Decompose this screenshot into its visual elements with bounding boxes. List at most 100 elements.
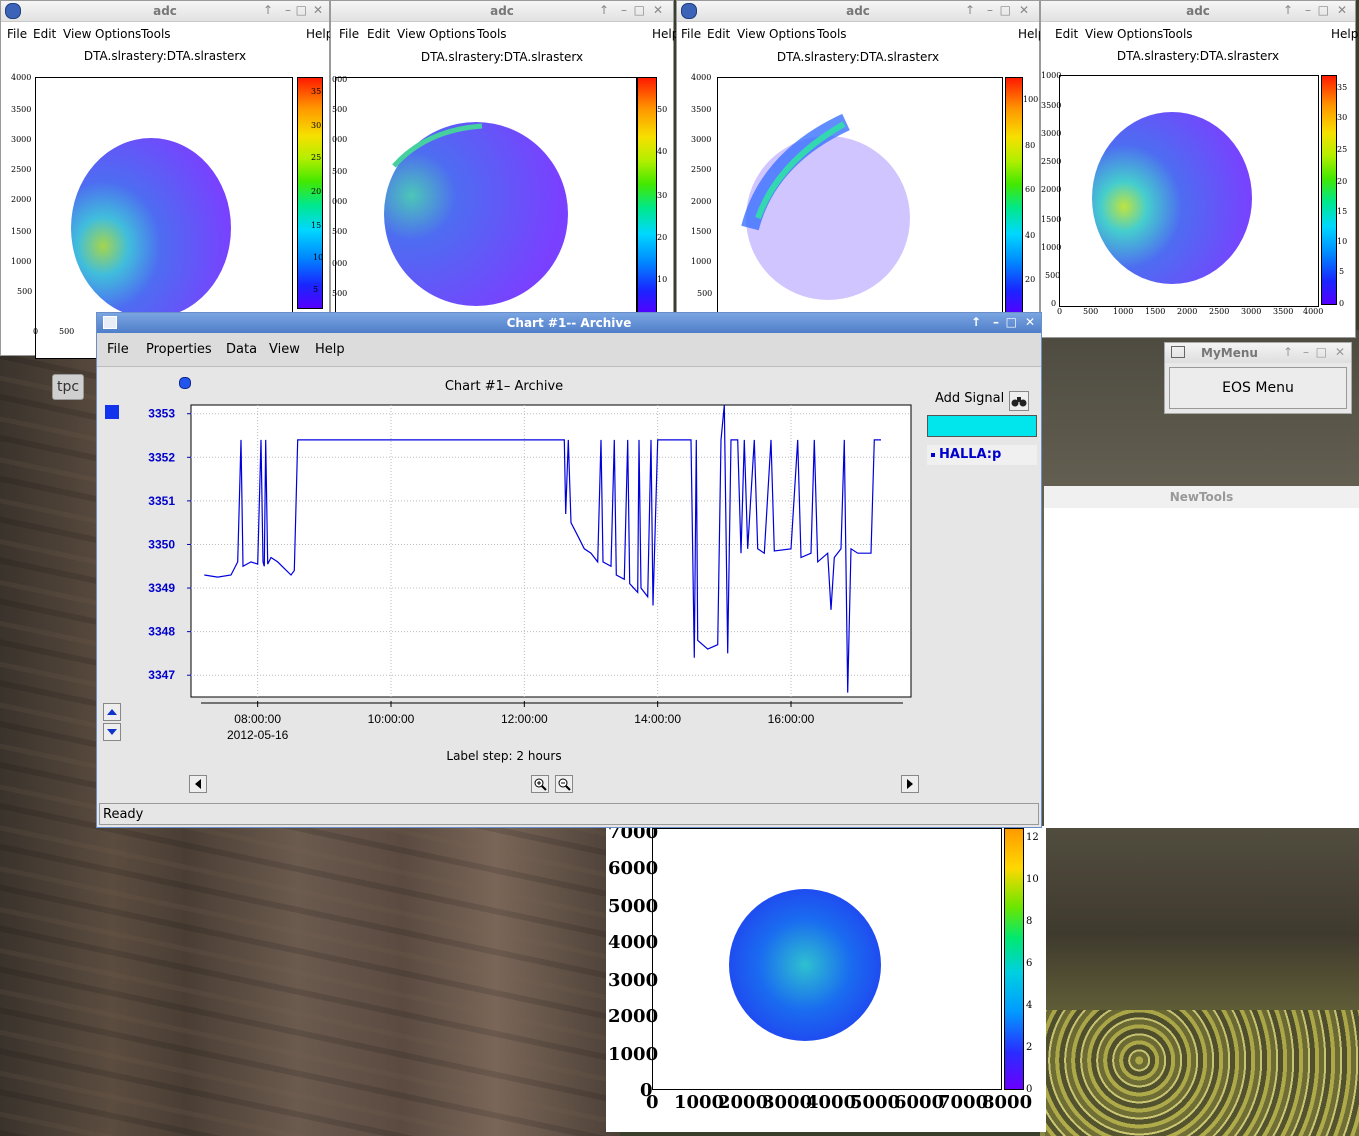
menu-tools[interactable]: Tools (477, 27, 507, 41)
close-icon[interactable]: ✕ (1335, 345, 1345, 359)
x-tick-label: 12:00:00 (501, 712, 548, 726)
x-tick: 2000 (1177, 307, 1198, 316)
close-icon[interactable]: ✕ (653, 3, 663, 17)
menu-edit[interactable]: Edit (1055, 27, 1078, 41)
y-tick: 1000 (691, 257, 712, 266)
menu-tools[interactable]: Tools (141, 27, 171, 41)
close-icon[interactable]: ✕ (1025, 315, 1035, 329)
zoom-in-button[interactable] (531, 775, 549, 793)
pin-icon[interactable]: ↑ (599, 3, 609, 17)
y-tick: 2500 (11, 165, 32, 174)
y-tick: 1500 (691, 227, 712, 236)
y-tick: 3500 (691, 105, 712, 114)
pin-icon[interactable]: ↑ (263, 3, 273, 17)
binoculars-icon[interactable] (1009, 391, 1029, 411)
y-tick: 0 (1051, 299, 1057, 308)
pin-icon[interactable]: ↑ (965, 3, 975, 17)
raster-window-1[interactable]: adc ↑ – □ ✕ File Edit View Options Tools… (0, 0, 333, 359)
y-tick-label: 3353 (148, 407, 175, 421)
titlebar[interactable]: adc ↑ – □ ✕ (331, 1, 673, 22)
menu-tools[interactable]: Tools (1163, 27, 1193, 41)
pin-icon[interactable]: ↑ (1283, 345, 1293, 359)
scroll-up-button[interactable] (103, 703, 121, 721)
maximize-icon[interactable]: □ (634, 3, 645, 17)
add-signal-input[interactable] (927, 415, 1037, 437)
minimize-icon[interactable]: – (1303, 345, 1309, 359)
maximize-icon[interactable]: □ (1318, 3, 1329, 17)
maximize-icon[interactable]: □ (1000, 3, 1011, 17)
menu-edit[interactable]: Edit (367, 27, 390, 41)
menu-view[interactable]: View (63, 27, 91, 41)
cbar-tick: 60 (1025, 185, 1036, 194)
menu-view[interactable]: View (737, 27, 765, 41)
menu-data[interactable]: Data (226, 342, 257, 357)
menu-file[interactable]: File (681, 27, 701, 41)
cbar-tick: 10 (1026, 874, 1039, 885)
x-tick: 7000 (938, 1092, 989, 1113)
eos-menu-button[interactable]: EOS Menu (1169, 367, 1347, 409)
menu-options[interactable]: Options (95, 27, 141, 41)
bottom-histogram[interactable]: 12 10 8 6 4 2 0 7000 6000 5000 4000 3000… (606, 822, 1046, 1132)
titlebar[interactable]: adc ↑ – □ ✕ (677, 1, 1039, 22)
scroll-down-button[interactable] (103, 723, 121, 741)
x-tick: 8000 (982, 1092, 1033, 1113)
cbar-tick: 15 (311, 221, 322, 230)
close-icon[interactable]: ✕ (313, 3, 323, 17)
chart-archive-window[interactable]: Chart #1-- Archive ↑ – □ ✕ File Properti… (96, 312, 1042, 828)
mymenu-window[interactable]: MyMenu ↑ – □ ✕ EOS Menu (1164, 342, 1352, 414)
maximize-icon[interactable]: □ (1006, 315, 1017, 329)
menu-view[interactable]: View (269, 342, 300, 357)
zoom-out-button[interactable] (555, 775, 573, 793)
y-tick: 3000 (608, 970, 659, 991)
minimize-icon[interactable]: – (1305, 3, 1311, 17)
minimize-icon[interactable]: – (993, 315, 999, 329)
menu-options[interactable]: Options (769, 27, 815, 41)
raster-window-3[interactable]: adc ↑ – □ ✕ File Edit View Options Tools… (676, 0, 1045, 316)
legend-label: HALLA:p (939, 447, 1002, 462)
y-tick: 2500 (1041, 157, 1062, 166)
menu-help[interactable]: Help (1331, 27, 1358, 41)
close-icon[interactable]: ✕ (1019, 3, 1029, 17)
menu-options[interactable]: Options (429, 27, 475, 41)
menu-file[interactable]: File (7, 27, 27, 41)
pan-left-button[interactable] (189, 775, 207, 793)
plot-canvas[interactable]: DTA.slrastery:DTA.slrasterx 35 30 25 20 … (1, 45, 329, 359)
close-icon[interactable]: ✕ (1337, 3, 1347, 17)
minimize-icon[interactable]: – (621, 3, 627, 17)
minimize-icon[interactable]: – (987, 3, 993, 17)
titlebar[interactable]: adc ↑ – □ ✕ (1041, 1, 1355, 22)
tpc-launcher[interactable]: tpc (52, 374, 84, 400)
minimize-icon[interactable]: – (285, 3, 291, 17)
color-scale (1005, 77, 1023, 315)
legend-item-halla-p[interactable]: HALLA:p (927, 445, 1037, 465)
titlebar[interactable]: adc ↑ – □ ✕ (1, 1, 329, 22)
raster-scatter (1092, 112, 1252, 284)
menu-edit[interactable]: Edit (33, 27, 56, 41)
maximize-icon[interactable]: □ (1316, 345, 1327, 359)
y-tick: 1000 (11, 257, 32, 266)
menu-help[interactable]: Help (315, 342, 345, 357)
newtools-window[interactable]: NewTools (1044, 486, 1359, 828)
menu-properties[interactable]: Properties (146, 342, 212, 357)
menu-file[interactable]: File (339, 27, 359, 41)
pan-right-button[interactable] (901, 775, 919, 793)
pin-icon[interactable]: ↑ (1283, 3, 1293, 17)
x-tick-label: 08:00:00 (234, 712, 281, 726)
menu-file[interactable]: File (107, 342, 129, 357)
legend-marker (931, 453, 935, 457)
raster-window-4[interactable]: adc ↑ – □ ✕ Edit View Options Tools Help… (1040, 0, 1358, 338)
titlebar[interactable]: MyMenu ↑ – □ ✕ (1165, 343, 1351, 363)
menu-view[interactable]: View (397, 27, 425, 41)
menu-edit[interactable]: Edit (707, 27, 730, 41)
titlebar[interactable]: Chart #1-- Archive ↑ – □ ✕ (97, 313, 1041, 333)
cbar-tick: 25 (1337, 145, 1348, 154)
menu-view[interactable]: View (1085, 27, 1113, 41)
window-menu-icon[interactable] (1171, 346, 1185, 358)
window-title: adc (846, 4, 870, 18)
menu-tools[interactable]: Tools (817, 27, 847, 41)
maximize-icon[interactable]: □ (296, 3, 307, 17)
raster-window-2[interactable]: adc ↑ – □ ✕ File Edit View Options Tools… (330, 0, 679, 316)
line-chart[interactable]: 3353 3352 3351 3350 3349 3348 3347 08:00:00 10:0… (97, 397, 927, 757)
menu-options[interactable]: Options (1117, 27, 1163, 41)
pin-icon[interactable]: ↑ (971, 315, 981, 329)
